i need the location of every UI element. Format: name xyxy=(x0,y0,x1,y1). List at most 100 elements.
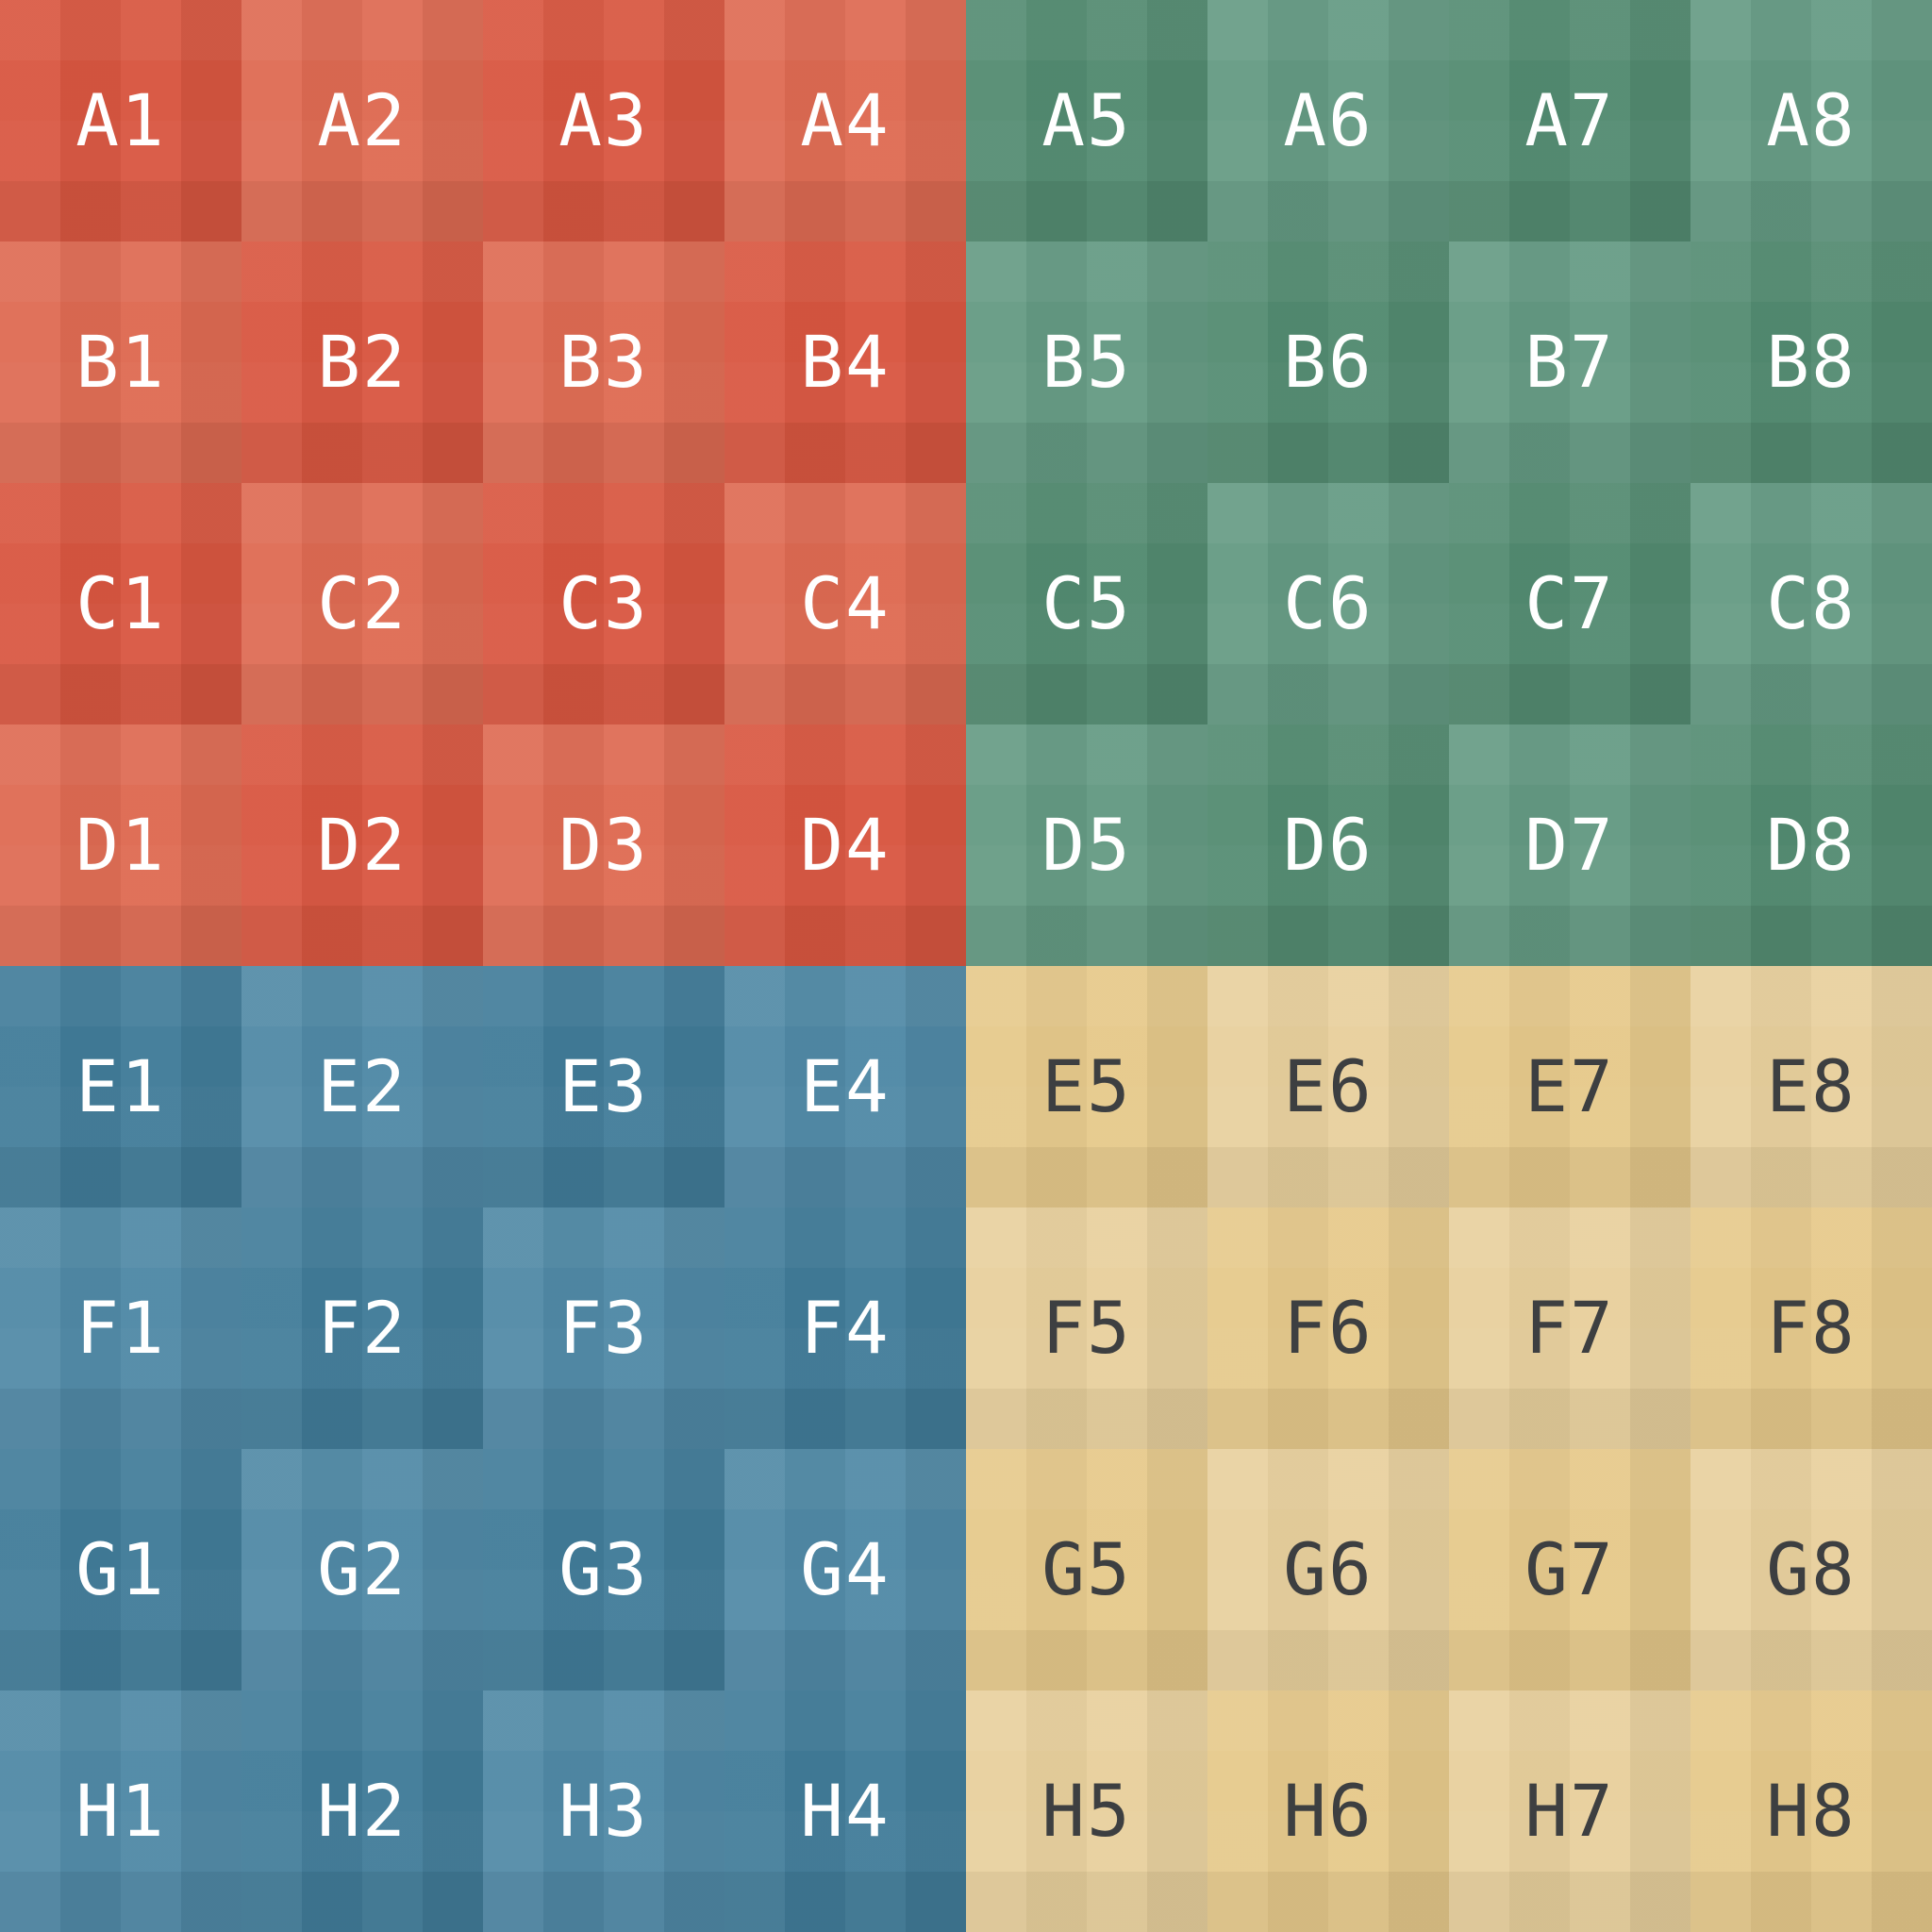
grid-cell: B1 xyxy=(0,242,242,483)
grid-cell: A5 xyxy=(966,0,1208,242)
cell-label: C1 xyxy=(75,561,166,645)
grid-cell: G5 xyxy=(966,1449,1208,1690)
cell-label: H6 xyxy=(1283,1769,1374,1853)
grid-cell: E1 xyxy=(0,966,242,1208)
grid-cell: F7 xyxy=(1449,1208,1690,1449)
cell-label: C7 xyxy=(1524,561,1615,645)
cell-label: G1 xyxy=(75,1527,166,1611)
cell-label: B8 xyxy=(1766,320,1857,404)
grid-cell: D6 xyxy=(1208,724,1449,966)
grid-cell: G8 xyxy=(1690,1449,1932,1690)
grid-cell: G7 xyxy=(1449,1449,1690,1690)
grid-cell: G2 xyxy=(242,1449,483,1690)
cell-label: A4 xyxy=(800,78,891,162)
cell-label: C5 xyxy=(1041,561,1132,645)
grid-cell: C6 xyxy=(1208,483,1449,724)
grid-cell: D5 xyxy=(966,724,1208,966)
cell-label: A7 xyxy=(1524,78,1615,162)
cell-label: C4 xyxy=(800,561,891,645)
cell-label: E5 xyxy=(1041,1044,1132,1128)
grid-cell: H6 xyxy=(1208,1690,1449,1932)
cell-label: E2 xyxy=(317,1044,408,1128)
grid-cell: E6 xyxy=(1208,966,1449,1208)
cell-label: H1 xyxy=(75,1769,166,1853)
grid-cell: A3 xyxy=(483,0,724,242)
grid-cell: F2 xyxy=(242,1208,483,1449)
cell-label: H5 xyxy=(1041,1769,1132,1853)
grid-cell: G1 xyxy=(0,1449,242,1690)
grid-cell: H4 xyxy=(724,1690,966,1932)
cell-label: G5 xyxy=(1041,1527,1132,1611)
grid-cell: E5 xyxy=(966,966,1208,1208)
grid-cell: C2 xyxy=(242,483,483,724)
grid-cell: F4 xyxy=(724,1208,966,1449)
cell-label: D7 xyxy=(1524,803,1615,887)
cell-label: D6 xyxy=(1283,803,1374,887)
cell-label: D2 xyxy=(317,803,408,887)
cell-label: H8 xyxy=(1766,1769,1857,1853)
cell-label: G4 xyxy=(800,1527,891,1611)
cell-label: D4 xyxy=(800,803,891,887)
grid-cell: E2 xyxy=(242,966,483,1208)
cell-label: A1 xyxy=(75,78,166,162)
grid-cell: E4 xyxy=(724,966,966,1208)
cell-label: E8 xyxy=(1766,1044,1857,1128)
cell-label: C8 xyxy=(1766,561,1857,645)
cell-label: B5 xyxy=(1041,320,1132,404)
grid-cell: A1 xyxy=(0,0,242,242)
cell-label: A8 xyxy=(1766,78,1857,162)
grid-cell: C5 xyxy=(966,483,1208,724)
grid-cell: F5 xyxy=(966,1208,1208,1449)
grid-board: A1 A2 A3 A4 A5 A6 A7 A8 B1 B2 B3 B4 B5 B6 B7 B8 C1 C2 C3 C4… xyxy=(0,0,1932,1932)
grid-cell: A4 xyxy=(724,0,966,242)
grid-cell: F1 xyxy=(0,1208,242,1449)
grid-cell: H3 xyxy=(483,1690,724,1932)
grid-cell: D8 xyxy=(1690,724,1932,966)
grid-cell: E8 xyxy=(1690,966,1932,1208)
cell-label: G8 xyxy=(1766,1527,1857,1611)
grid-cell: C7 xyxy=(1449,483,1690,724)
grid-cell: C8 xyxy=(1690,483,1932,724)
grid-cell: B5 xyxy=(966,242,1208,483)
cell-label: B6 xyxy=(1283,320,1374,404)
grid-cell: E3 xyxy=(483,966,724,1208)
grid-cell: D1 xyxy=(0,724,242,966)
grid-cell: F3 xyxy=(483,1208,724,1449)
grid-cell: B4 xyxy=(724,242,966,483)
cell-label: F4 xyxy=(800,1286,891,1370)
grid-cell: C3 xyxy=(483,483,724,724)
cell-label: C3 xyxy=(558,561,649,645)
cell-label: A3 xyxy=(558,78,649,162)
grid-cell: A2 xyxy=(242,0,483,242)
grid-cell: H8 xyxy=(1690,1690,1932,1932)
cell-label: G6 xyxy=(1283,1527,1374,1611)
cell-label: A5 xyxy=(1041,78,1132,162)
grid-cell: H2 xyxy=(242,1690,483,1932)
grid-cell: A7 xyxy=(1449,0,1690,242)
grid-cell: B8 xyxy=(1690,242,1932,483)
cell-label: D3 xyxy=(558,803,649,887)
grid-cell: D7 xyxy=(1449,724,1690,966)
cell-label: H7 xyxy=(1524,1769,1615,1853)
cell-label: A6 xyxy=(1283,78,1374,162)
grid-cell: F8 xyxy=(1690,1208,1932,1449)
grid-cell: E7 xyxy=(1449,966,1690,1208)
grid-cell: A8 xyxy=(1690,0,1932,242)
grid-cell: B6 xyxy=(1208,242,1449,483)
cell-label: D1 xyxy=(75,803,166,887)
cell-label: E6 xyxy=(1283,1044,1374,1128)
cell-label: F2 xyxy=(317,1286,408,1370)
cell-label: E4 xyxy=(800,1044,891,1128)
cell-label: G7 xyxy=(1524,1527,1615,1611)
cell-label: F3 xyxy=(558,1286,649,1370)
grid-cell: C4 xyxy=(724,483,966,724)
cell-label: D8 xyxy=(1766,803,1857,887)
cell-label: B1 xyxy=(75,320,166,404)
cell-label: B2 xyxy=(317,320,408,404)
cell-label: B4 xyxy=(800,320,891,404)
cell-label: H3 xyxy=(558,1769,649,1853)
cell-label: H2 xyxy=(317,1769,408,1853)
grid-cell: G4 xyxy=(724,1449,966,1690)
grid-cell: F6 xyxy=(1208,1208,1449,1449)
cell-label: E1 xyxy=(75,1044,166,1128)
